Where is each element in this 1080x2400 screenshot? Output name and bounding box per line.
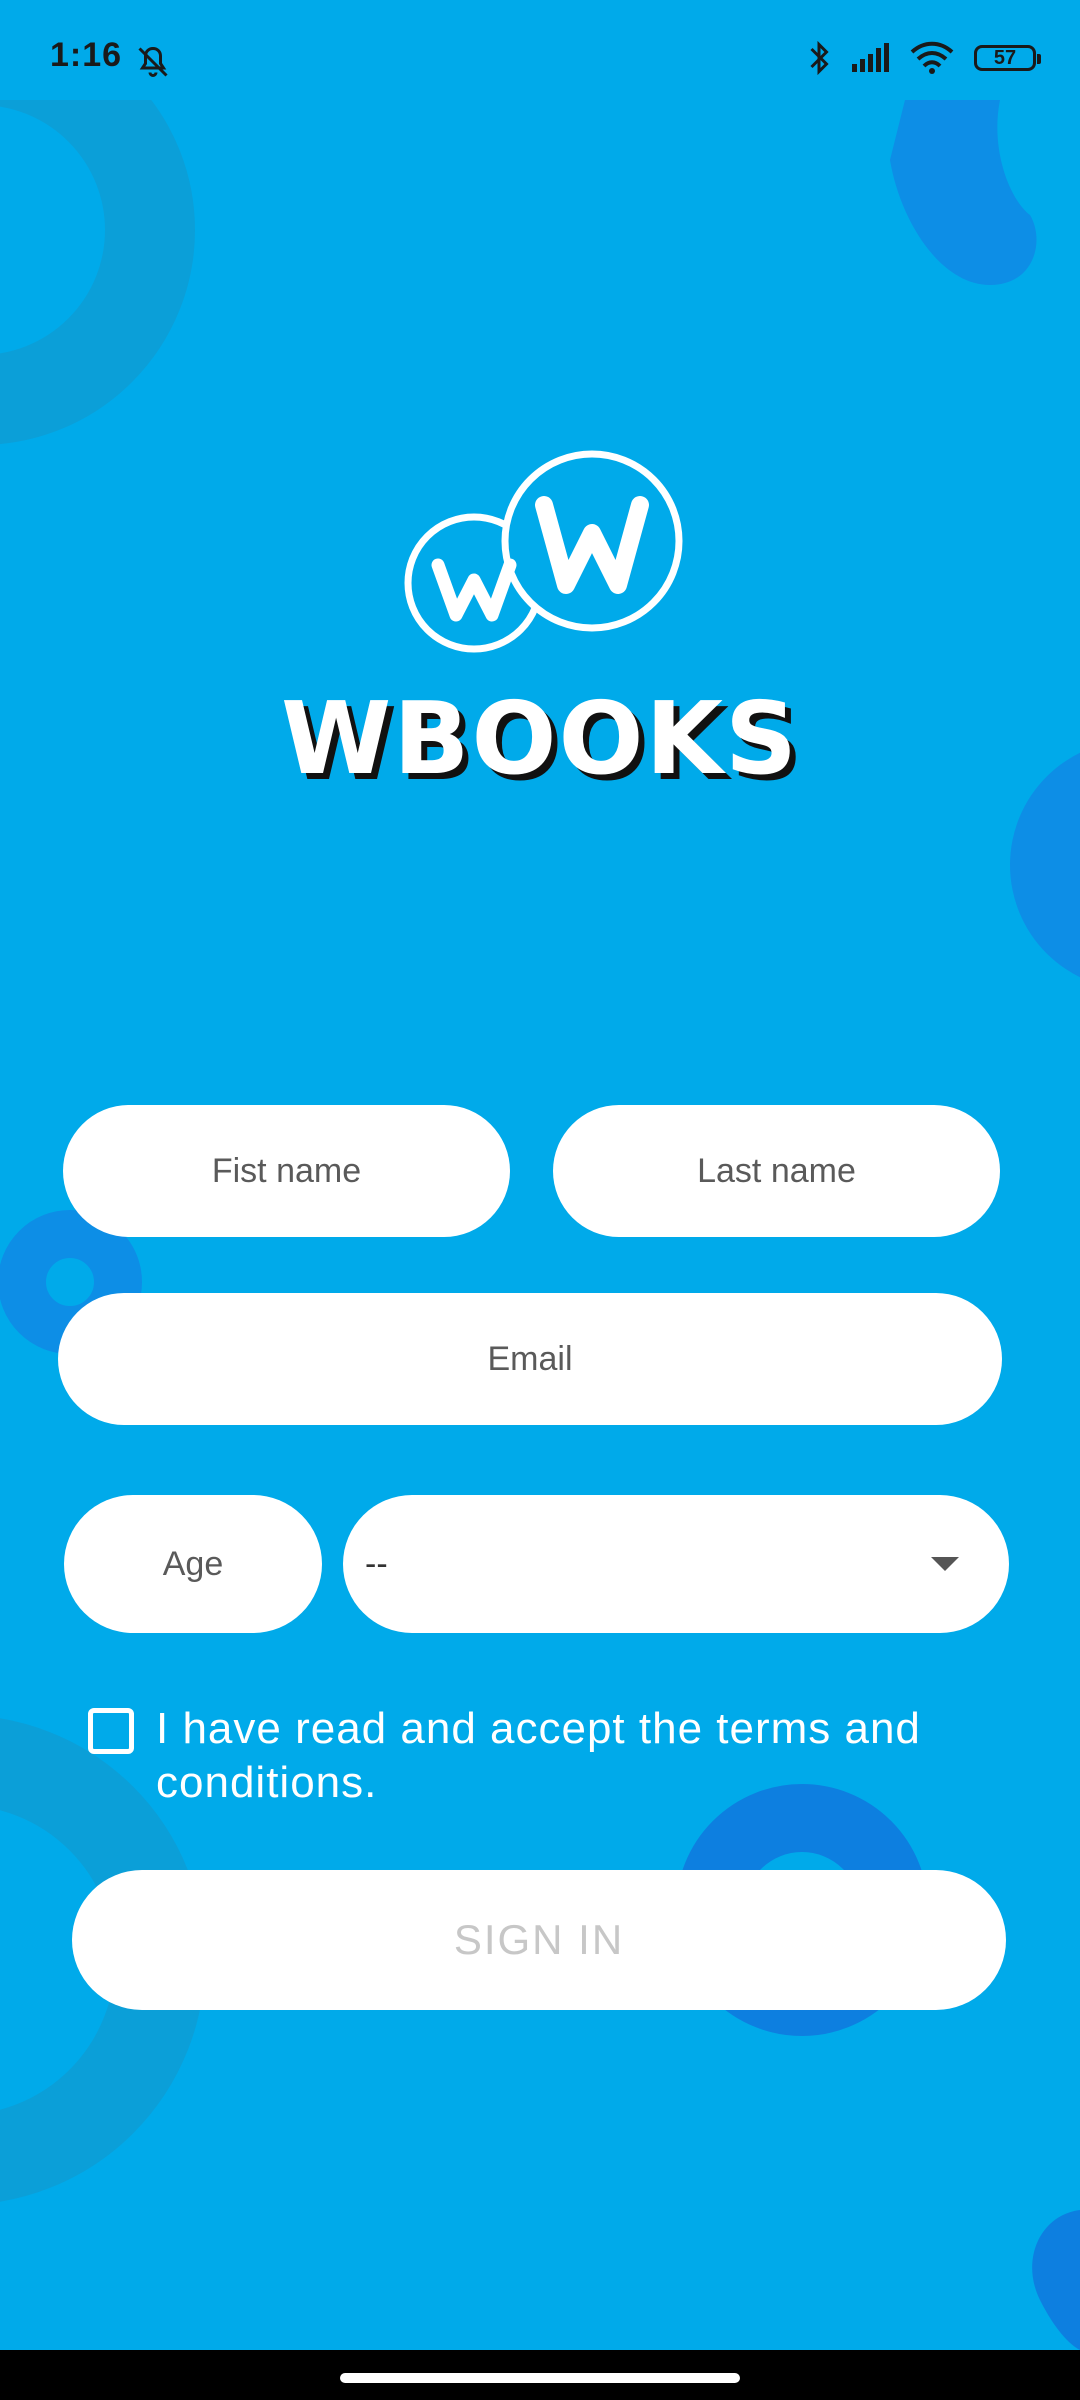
first-name-placeholder: Fist name xyxy=(211,1151,362,1190)
dropdown-value: -- xyxy=(365,1544,388,1583)
status-time: 1:16 xyxy=(50,36,123,74)
bluetooth-icon xyxy=(810,40,829,76)
terms-label: I have read and accept the terms and con… xyxy=(156,1704,921,1807)
app-title: WBOOKS xyxy=(280,680,800,797)
sign-in-button[interactable]: SIGN IN xyxy=(72,1870,1006,2010)
signal-icon xyxy=(852,43,889,72)
first-name-field[interactable]: Fist name xyxy=(63,1105,510,1237)
last-name-field[interactable]: Last name xyxy=(553,1105,1000,1237)
chevron-down-icon xyxy=(931,1557,959,1571)
last-name-placeholder: Last name xyxy=(697,1151,856,1190)
wifi-icon xyxy=(910,41,954,74)
terms-checkbox[interactable] xyxy=(88,1708,134,1754)
battery-icon: 57 xyxy=(974,45,1041,71)
status-icons: 57 xyxy=(808,40,1041,76)
home-indicator[interactable] xyxy=(340,2373,740,2383)
battery-level: 57 xyxy=(993,46,1017,69)
bell-off-icon xyxy=(138,46,168,77)
sign-in-label: SIGN IN xyxy=(453,1916,625,1963)
age-placeholder: Age xyxy=(162,1544,224,1583)
age-unit-dropdown[interactable]: -- xyxy=(343,1495,1009,1633)
email-placeholder: Email xyxy=(487,1339,573,1378)
age-field[interactable]: Age xyxy=(64,1495,322,1633)
status-bar: 1:16 57 xyxy=(0,0,1080,100)
ww-logo-icon xyxy=(404,450,683,653)
email-field[interactable]: Email xyxy=(58,1293,1002,1425)
